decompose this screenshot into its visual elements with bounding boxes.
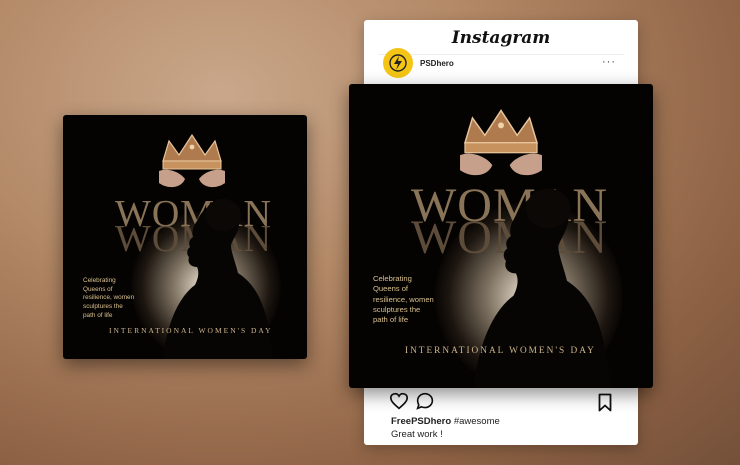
heart-icon[interactable] xyxy=(389,392,409,410)
caption-handle[interactable]: FreePSDhero xyxy=(391,416,451,427)
poster-tagline: INTERNATIONAL WOMEN'S DAY xyxy=(405,346,596,356)
username[interactable]: PSDhero xyxy=(420,59,454,68)
post-caption: FreePSDhero #awesome xyxy=(391,416,500,427)
crown-in-hands-icon xyxy=(460,109,542,176)
lightning-logo-icon xyxy=(389,54,407,72)
caption-line: sculptures the xyxy=(373,304,421,314)
instagram-logo: Instagram xyxy=(451,28,551,48)
comment-icon[interactable] xyxy=(416,392,434,410)
header-divider xyxy=(378,54,624,55)
caption-line: Queens of xyxy=(83,285,113,293)
poster-caption: Celebrating Queens of resilience, women … xyxy=(83,277,134,320)
instagram-post-image[interactable]: WOMAN WOMAN Celebrating Queens of resili… xyxy=(349,84,653,388)
caption-line: resilience, women xyxy=(83,294,135,302)
caption-line: Queens of xyxy=(373,284,409,294)
crown-in-hands-icon xyxy=(159,133,225,188)
bookmark-icon[interactable] xyxy=(598,393,612,412)
caption-hashtag[interactable]: #awesome xyxy=(454,416,500,427)
poster-tagline: INTERNATIONAL WOMEN'S DAY xyxy=(109,326,273,335)
caption-line: sculptures the xyxy=(83,302,123,310)
poster-preview-small: WOMAN WOMAN Celebrating Queens of resili… xyxy=(63,115,307,359)
more-options-icon[interactable]: ··· xyxy=(602,56,616,68)
comment-text: Great work ! xyxy=(391,429,443,440)
poster-caption: Celebrating Queens of resilience, women … xyxy=(373,274,434,325)
caption-line: path of life xyxy=(83,311,113,319)
caption-line: resilience, women xyxy=(373,294,434,304)
caption-line: Celebrating xyxy=(83,277,116,284)
caption-line: Celebrating xyxy=(373,274,412,283)
avatar[interactable] xyxy=(383,48,413,78)
caption-line: path of life xyxy=(373,315,409,324)
